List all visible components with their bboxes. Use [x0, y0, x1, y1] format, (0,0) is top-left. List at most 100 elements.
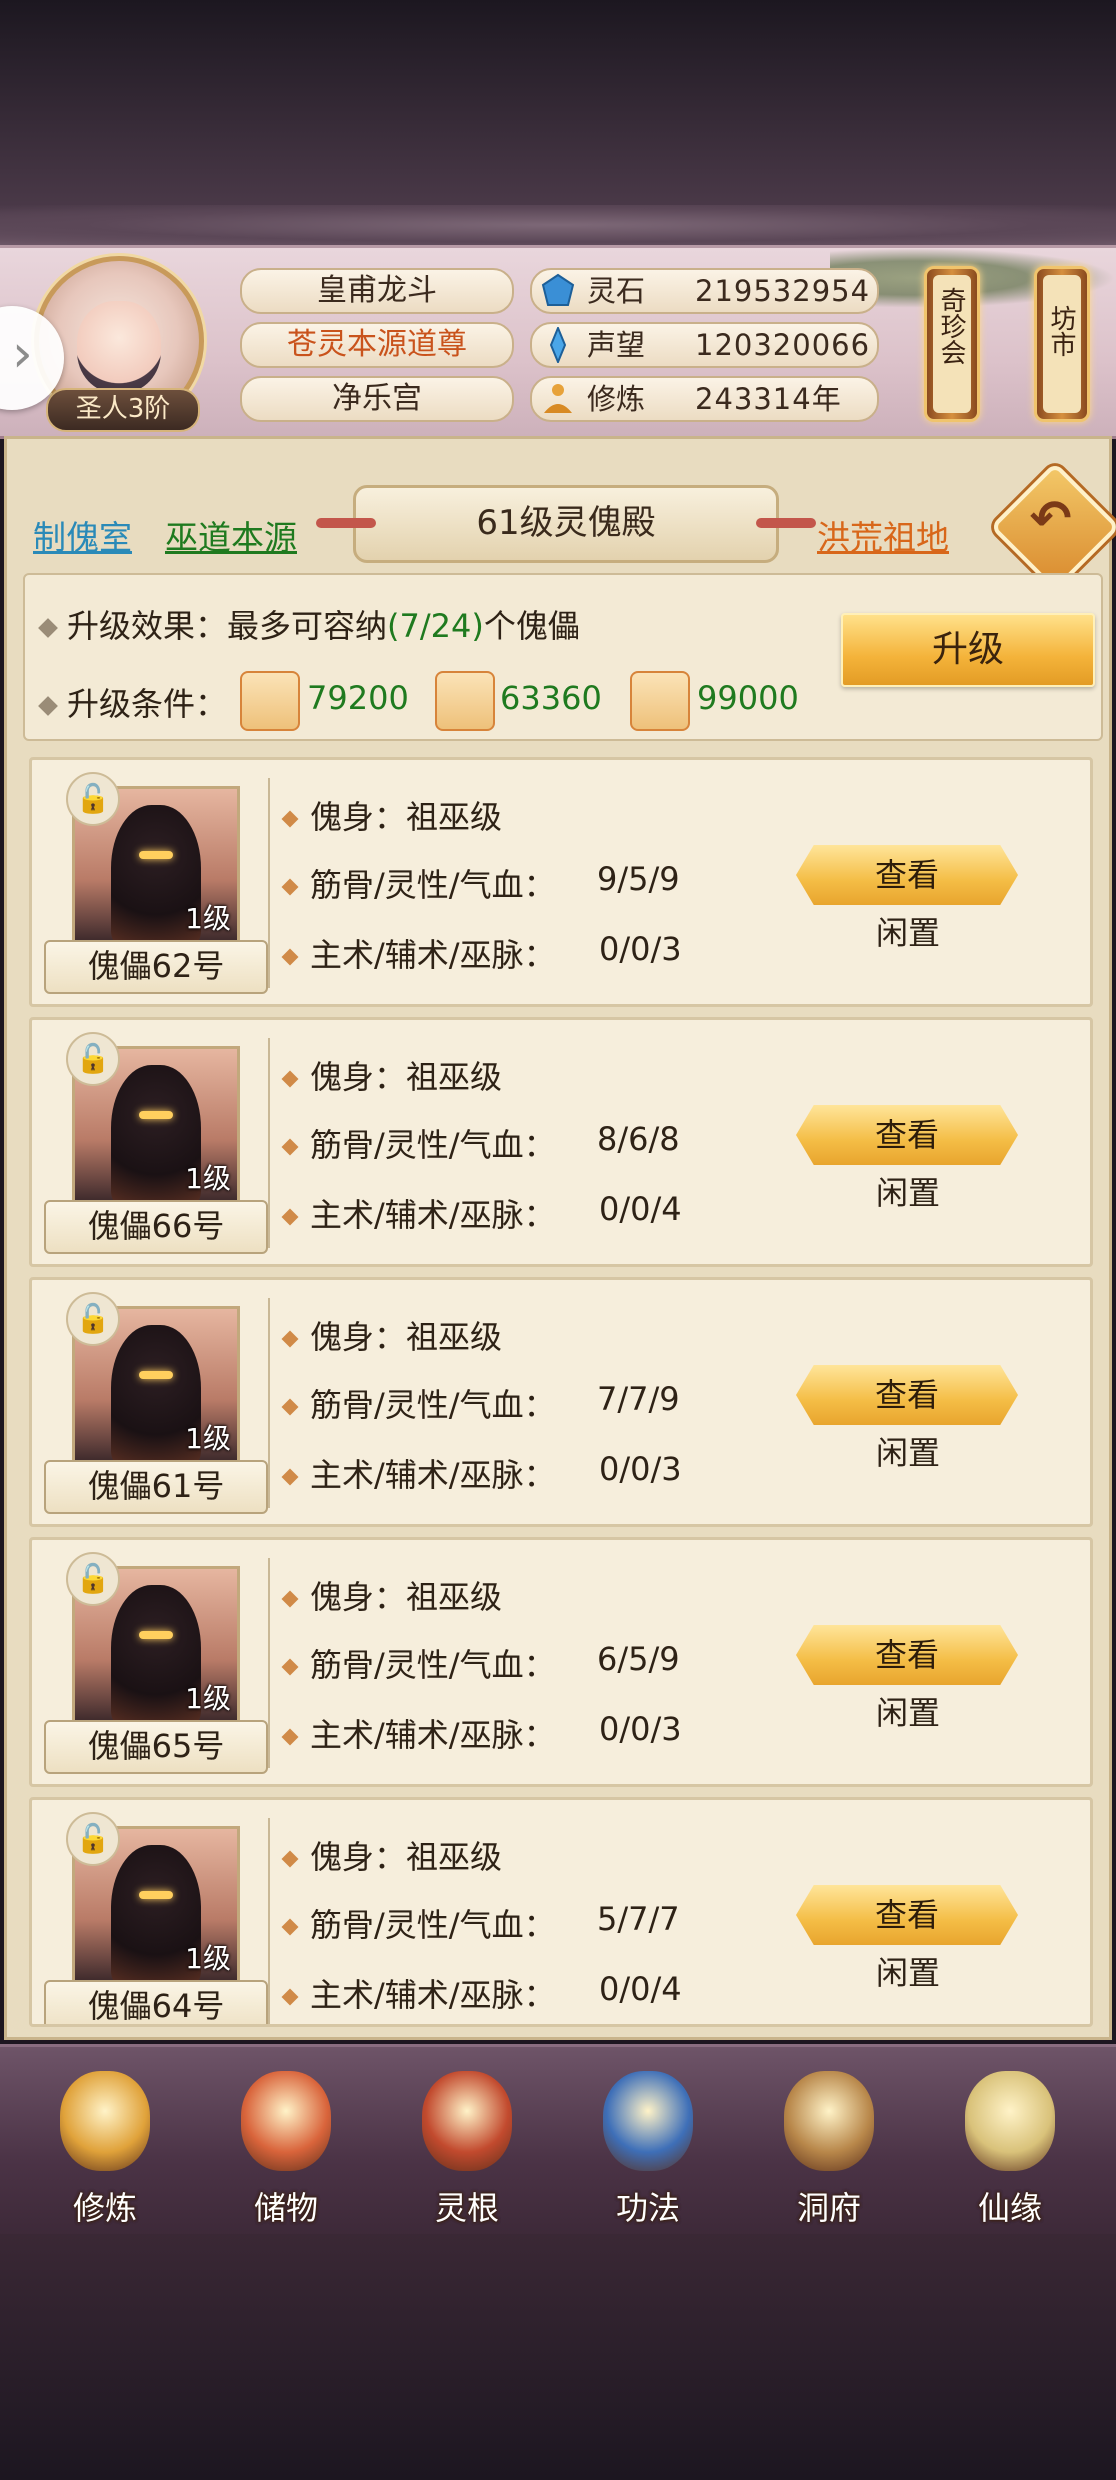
spirit-root-icon: [422, 2071, 512, 2171]
puppet-status: 闲置: [876, 914, 941, 952]
upgrade-button[interactable]: 升级: [841, 613, 1095, 687]
player-name: 皇甫龙斗: [240, 268, 514, 314]
puppet-name: 傀儡66号: [44, 1200, 268, 1254]
puppet-skills-value: 0/0/4: [599, 1190, 682, 1228]
puppet-level: 1级: [185, 1162, 231, 1195]
puppet-stats-value: 6/5/9: [597, 1640, 680, 1678]
material-cost-2: 63360: [500, 679, 602, 717]
treasure-fair-button[interactable]: 奇珍会: [924, 266, 980, 422]
puppet-status: 闲置: [876, 1434, 941, 1472]
return-arrow-icon: ↶: [1029, 489, 1072, 548]
puppet-stats-value: 5/7/7: [597, 1900, 680, 1938]
player-title: 苍灵本源道尊: [240, 322, 514, 368]
chevron-right-icon: ›: [12, 324, 33, 384]
nav-cultivation-monk[interactable]: 修炼: [30, 2063, 180, 2233]
ancestral-land-link[interactable]: 洪荒祖地: [817, 511, 949, 559]
wu-source-link[interactable]: 巫道本源: [165, 511, 297, 559]
nav-cave-mansion[interactable]: 洞府: [754, 2063, 904, 2233]
resource-spirit-stone: 灵石 219532954: [530, 268, 879, 314]
puppet-body-row: 傀身：祖巫级: [281, 792, 502, 838]
puppet-stats-value: 8/6/8: [597, 1120, 680, 1158]
top-backdrop: [0, 0, 1116, 245]
puppet-stats-label: 筋骨/灵性/气血：: [281, 860, 556, 906]
nav-storage-bag[interactable]: 储物: [211, 2063, 361, 2233]
storage-bag-icon: [241, 2071, 331, 2171]
puppet-skills-label: 主术/辅术/巫脉：: [281, 930, 556, 976]
material-cost-1: 79200: [307, 679, 409, 717]
view-button[interactable]: 查看: [796, 1105, 1018, 1165]
puppet-skills-value: 0/0/3: [599, 930, 682, 968]
puppet-card: 1级 🔓 傀儡65号 傀身：祖巫级 筋骨/灵性/气血： 6/5/9 主术/辅术/…: [29, 1537, 1093, 1787]
puppet-name: 傀儡65号: [44, 1720, 268, 1774]
puppet-stats-value: 7/7/9: [597, 1380, 680, 1418]
puppet-name: 傀儡62号: [44, 940, 268, 994]
player-header: 圣人3阶 › 皇甫龙斗 苍灵本源道尊 净乐宫 灵石 219532954 声望 120…: [0, 245, 1116, 439]
nav-spirit-root[interactable]: 灵根: [392, 2063, 542, 2233]
puppet-status: 闲置: [876, 1174, 941, 1212]
spirit-stone-icon: [541, 273, 575, 306]
workshop-link[interactable]: 制傀室: [33, 511, 132, 559]
prestige-crystal-icon: [549, 327, 567, 363]
puppet-level: 1级: [185, 1682, 231, 1715]
player-rank-badge: 圣人3阶: [46, 388, 200, 432]
material-cost-3: 99000: [697, 679, 799, 717]
cultivation-monk-icon: [60, 2071, 150, 2171]
wood-material-icon: [240, 671, 300, 731]
puppet-level: 1级: [185, 1942, 231, 1975]
puppet-card: 1级 🔓 傀儡66号 傀身：祖巫级 筋骨/灵性/气血： 8/6/8 主术/辅术/…: [29, 1017, 1093, 1267]
puppet-body-row: 傀身：祖巫级: [281, 1052, 502, 1098]
lock-icon[interactable]: 🔓: [66, 1292, 120, 1346]
puppet-hall-panel: 制傀室 巫道本源 61级灵傀殿 洪荒祖地 ↶ 升级效果：最多可容纳(7/24)个…: [4, 436, 1116, 2040]
page-title: 61级灵傀殿: [316, 485, 816, 563]
lock-icon[interactable]: 🔓: [66, 1032, 120, 1086]
bottom-backdrop: [0, 2234, 1116, 2480]
upgrade-condition-label: 升级条件：: [38, 679, 227, 725]
puppet-body-row: 傀身：祖巫级: [281, 1312, 502, 1358]
puppet-stats-value: 9/5/9: [597, 860, 680, 898]
lock-icon[interactable]: 🔓: [66, 1812, 120, 1866]
nav-immortal-gourd[interactable]: 仙缘: [935, 2063, 1085, 2233]
puppet-body-row: 傀身：祖巫级: [281, 1572, 502, 1618]
cave-mansion-icon: [784, 2071, 874, 2171]
bottom-navigation: 修炼 储物 灵根 功法 洞府 仙缘: [0, 2044, 1116, 2237]
puppet-skills-label: 主术/辅术/巫脉：: [281, 1190, 556, 1236]
immortal-gourd-icon: [965, 2071, 1055, 2171]
puppet-card: 1级 🔓 傀儡61号 傀身：祖巫级 筋骨/灵性/气血： 7/7/9 主术/辅术/…: [29, 1277, 1093, 1527]
resource-prestige: 声望 120320066: [530, 322, 879, 368]
puppet-skills-value: 0/0/4: [599, 1970, 682, 2008]
puppet-skills-value: 0/0/3: [599, 1710, 682, 1748]
view-button[interactable]: 查看: [796, 1625, 1018, 1685]
player-sect: 净乐宫: [240, 376, 514, 422]
puppet-stats-label: 筋骨/灵性/气血：: [281, 1120, 556, 1166]
puppet-stats-label: 筋骨/灵性/气血：: [281, 1380, 556, 1426]
upgrade-info-box: 升级效果：最多可容纳(7/24)个傀儡 升级条件： 79200 63360 99…: [23, 573, 1103, 741]
technique-book-icon: [603, 2071, 693, 2171]
puppet-status: 闲置: [876, 1694, 941, 1732]
puppet-body-row: 傀身：祖巫级: [281, 1832, 502, 1878]
book-material-icon: [435, 671, 495, 731]
puppet-status: 闲置: [876, 1954, 941, 1992]
upgrade-effect: 升级效果：最多可容纳(7/24)个傀儡: [38, 601, 580, 647]
market-button[interactable]: 坊市: [1034, 266, 1090, 422]
puppet-stats-label: 筋骨/灵性/气血：: [281, 1900, 556, 1946]
puppet-name: 傀儡61号: [44, 1460, 268, 1514]
puppet-card: 1级 🔓 傀儡64号 傀身：祖巫级 筋骨/灵性/气血： 5/7/7 主术/辅术/…: [29, 1797, 1093, 2027]
puppet-card: 1级 🔓 傀儡62号 傀身：祖巫级 筋骨/灵性/气血： 9/5/9 主术/辅术/…: [29, 757, 1093, 1007]
herb-material-icon: [630, 671, 690, 731]
puppet-level: 1级: [185, 1422, 231, 1455]
nav-technique-book[interactable]: 功法: [573, 2063, 723, 2233]
puppet-level: 1级: [185, 902, 231, 935]
puppet-skills-value: 0/0/3: [599, 1450, 682, 1488]
puppet-skills-label: 主术/辅术/巫脉：: [281, 1970, 556, 2016]
puppet-skills-label: 主术/辅术/巫脉：: [281, 1450, 556, 1496]
meditation-icon: [544, 384, 572, 413]
puppet-stats-label: 筋骨/灵性/气血：: [281, 1640, 556, 1686]
puppet-name: 傀儡64号: [44, 1980, 268, 2024]
view-button[interactable]: 查看: [796, 1365, 1018, 1425]
view-button[interactable]: 查看: [796, 1885, 1018, 1945]
resource-cultivation: 修炼 243314年: [530, 376, 879, 422]
lock-icon[interactable]: 🔓: [66, 772, 120, 826]
view-button[interactable]: 查看: [796, 845, 1018, 905]
lock-icon[interactable]: 🔓: [66, 1552, 120, 1606]
puppet-skills-label: 主术/辅术/巫脉：: [281, 1710, 556, 1756]
